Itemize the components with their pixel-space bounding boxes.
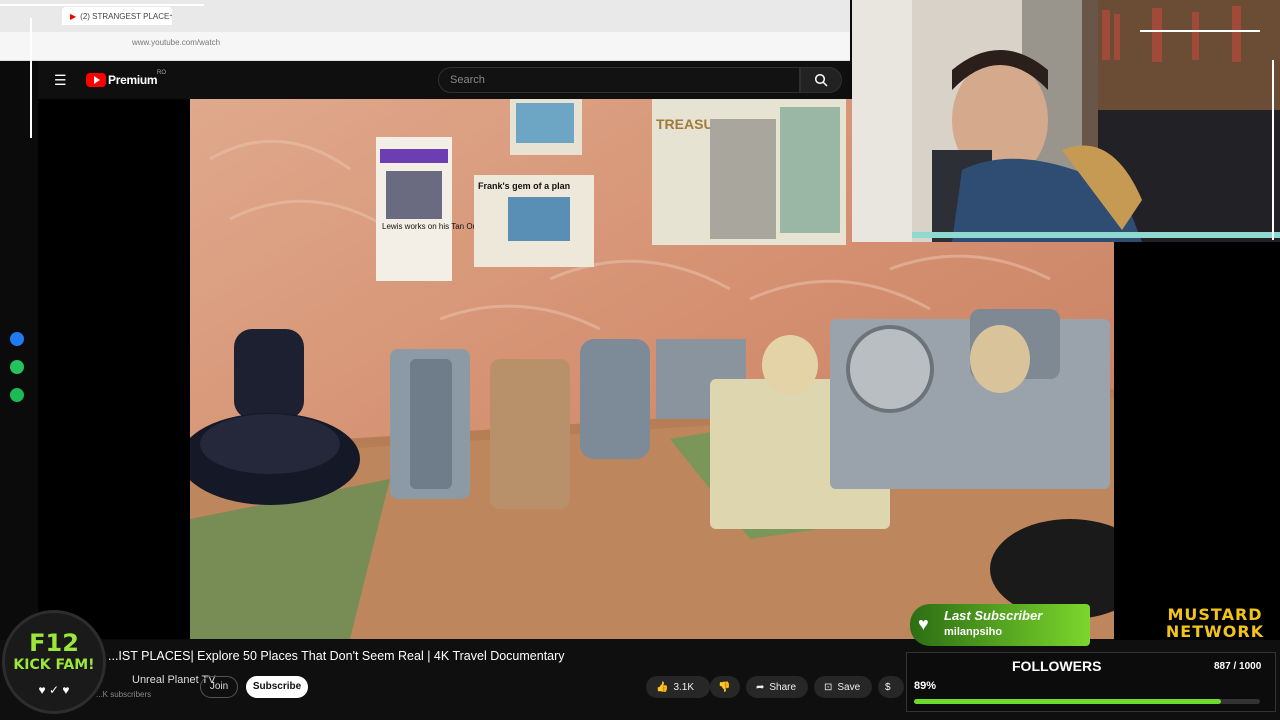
share-label: Share — [769, 681, 797, 693]
search-button[interactable] — [800, 67, 842, 93]
search-icon — [814, 73, 828, 87]
thanks-icon: $ — [885, 681, 891, 693]
url-text[interactable]: www.youtube.com/watch — [132, 38, 220, 47]
followers-percent: 89% — [914, 680, 937, 692]
browser-tab[interactable]: ▶ (2) STRANGEST PLACE + — [62, 7, 172, 25]
mustard-network-logo: MUSTARD NETWORK — [1156, 606, 1274, 644]
badge-line-2: KICK FAM! — [13, 657, 95, 673]
youtube-favicon-icon: ▶ — [70, 11, 77, 21]
streamer-webcam — [852, 0, 1280, 242]
clipping-2-headline: Frank's gem of a plan — [478, 181, 570, 191]
left-black-panel — [38, 99, 190, 639]
followers-title: FOLLOWERS — [1012, 658, 1102, 674]
right-black-panel — [1114, 240, 1280, 640]
youtube-logo-icon[interactable] — [86, 73, 106, 87]
logo-region: RO — [157, 70, 166, 76]
whatsapp-icon[interactable] — [10, 360, 24, 374]
heart-icon: ♥ — [918, 614, 929, 634]
last-subscriber-name: milanpsiho — [944, 626, 1003, 638]
video-title: ...IST PLACES| Explore 50 Places That Do… — [108, 649, 565, 663]
save-label: Save — [837, 681, 861, 693]
last-subscriber-title: Last Subscriber — [944, 608, 1043, 623]
subscribe-button[interactable]: Subscribe — [246, 676, 308, 698]
network-line-2: NETWORK — [1165, 622, 1265, 641]
messenger-icon[interactable] — [10, 332, 24, 346]
logo-text[interactable]: Premium — [108, 73, 158, 87]
frame-line — [1140, 30, 1260, 32]
address-bar[interactable] — [0, 32, 850, 61]
hamburger-menu-icon[interactable]: ☰ — [54, 72, 67, 89]
join-button[interactable]: Join — [200, 676, 238, 698]
webcam-illustration — [852, 0, 1280, 242]
like-count: 3.1K — [673, 681, 695, 693]
thumbs-up-icon: 👍 — [656, 681, 669, 693]
f12-kick-fam-badge: F12 KICK FAM! ♥ ✓ ♥ — [2, 610, 106, 714]
frame-line — [30, 18, 32, 138]
new-tab-button[interactable]: + — [169, 11, 172, 22]
side-app-icons — [10, 332, 28, 416]
search-input[interactable]: Search — [438, 67, 800, 93]
frame-line — [0, 4, 204, 6]
badge-hearts-icon: ♥ ✓ ♥ — [38, 683, 70, 697]
like-button[interactable]: 👍 3.1K — [646, 676, 710, 698]
frame-line — [1272, 60, 1274, 240]
share-button[interactable]: ➦ Share — [746, 676, 808, 698]
save-button[interactable]: ⊡ Save — [814, 676, 872, 698]
badge-line-1: F12 — [29, 629, 79, 657]
network-line-1: MUSTARD — [1167, 605, 1263, 624]
dislike-button[interactable]: 👎 — [710, 676, 740, 698]
spotify-icon[interactable] — [10, 388, 24, 402]
thumbs-down-icon: 👎 — [718, 681, 731, 693]
subscriber-count: ...K subscribers — [96, 690, 152, 699]
followers-progress-fill — [914, 699, 1221, 704]
followers-count: 887 / 1000 — [1214, 661, 1262, 672]
bookmark-icon: ⊡ — [824, 681, 833, 693]
tab-title: (2) STRANGEST PLACE — [80, 11, 170, 21]
share-arrow-icon: ➦ — [756, 681, 765, 693]
thanks-button[interactable]: $ — [878, 676, 904, 698]
